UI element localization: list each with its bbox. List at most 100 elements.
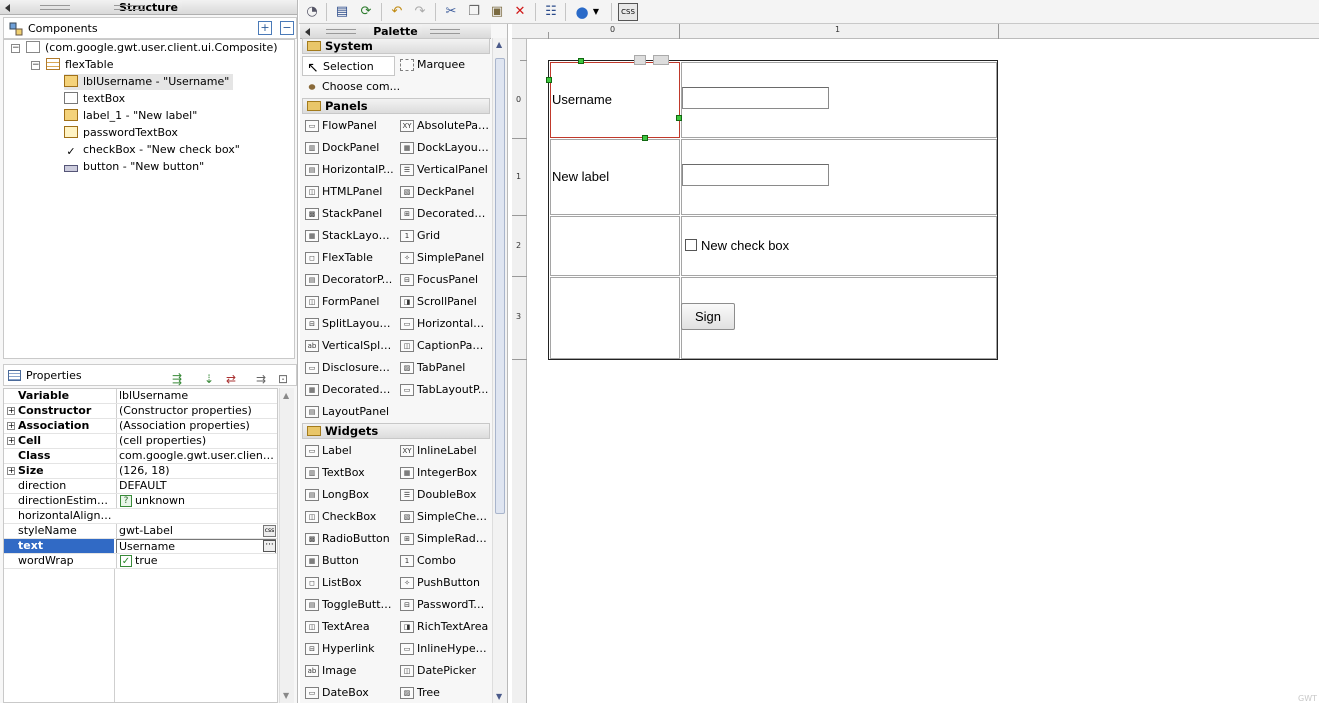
palette-item[interactable]: ▤ ToggleButton (302, 595, 394, 615)
test-gui-icon[interactable]: ◔ (303, 3, 321, 21)
globe-icon[interactable]: ● (573, 3, 591, 21)
palette-scrollbar[interactable]: ▲ ▼ (492, 38, 507, 703)
palette-item[interactable]: ▤ LongBox (302, 485, 394, 505)
css-icon[interactable]: CSS (618, 3, 638, 21)
palette-item[interactable]: ◻ FlexTable (302, 248, 394, 268)
palette-item[interactable]: ▭ HorizontalS... (397, 314, 489, 334)
cut-icon[interactable]: ✂ (442, 3, 460, 21)
grip-icon[interactable] (326, 29, 356, 34)
collapse-toggle-icon[interactable]: − (31, 61, 40, 70)
property-row[interactable]: wordWrap ✓ true (4, 554, 277, 569)
category-panels[interactable]: Panels (302, 98, 490, 114)
palette-item[interactable]: ▨ TabPanel (397, 358, 489, 378)
property-value[interactable]: lblUsername (116, 389, 276, 403)
chevron-down-icon[interactable]: ▼ (591, 3, 601, 21)
scroll-down-icon[interactable]: ▼ (496, 692, 502, 701)
username-label[interactable]: Username (552, 92, 612, 107)
row-header[interactable]: 0 (516, 95, 521, 104)
property-row[interactable]: styleName gwt-Label css (4, 524, 277, 539)
property-row[interactable]: Class com.google.gwt.user.client.ui.... (4, 449, 277, 464)
collapse-palette-icon[interactable] (305, 28, 310, 36)
palette-item-selection[interactable]: ↖ Selection (302, 56, 395, 76)
restore-default-icon[interactable]: ⊡ (278, 368, 288, 390)
grip-icon[interactable] (430, 29, 460, 34)
tree-node-lblusername[interactable]: lblUsername - "Username" (64, 74, 234, 90)
palette-item[interactable]: ◫ FormPanel (302, 292, 394, 312)
row-header[interactable]: 2 (516, 241, 521, 250)
expand-icon[interactable]: + (7, 467, 15, 475)
refresh-icon[interactable]: ⟳ (357, 3, 375, 21)
collapse-all-icon[interactable]: − (280, 21, 294, 35)
tree-node-composite[interactable]: (com.google.gwt.user.client.ui.Composite… (26, 40, 278, 56)
design-canvas[interactable]: 0 1 0 1 2 3 Username New label New check… (512, 24, 1319, 703)
property-row-selected[interactable]: text Username ··· (4, 539, 277, 554)
column-insert-handle[interactable] (653, 55, 669, 65)
expand-icon[interactable]: + (7, 437, 15, 445)
palette-item[interactable]: ▧ DeckPanel (397, 182, 489, 202)
palette-item[interactable]: ⊟ Hyperlink (302, 639, 394, 659)
palette-item[interactable]: ▤ HorizontalP... (302, 160, 394, 180)
palette-item[interactable]: ▩ RadioButton (302, 529, 394, 549)
properties-scrollbar[interactable]: ▲ ▼ (279, 388, 294, 703)
tree-node-flextable[interactable]: flexTable (46, 57, 113, 73)
palette-item[interactable]: ⊟ PasswordTe... (397, 595, 489, 615)
palette-item[interactable]: ◫ TextArea (302, 617, 394, 637)
palette-item-marquee[interactable]: Marquee (397, 55, 489, 75)
delete-icon[interactable]: ✕ (511, 3, 529, 21)
palette-item[interactable]: XY AbsolutePanel (397, 116, 489, 136)
scroll-thumb[interactable] (495, 58, 505, 514)
text-property-input[interactable]: Username (116, 539, 276, 553)
palette-item[interactable]: ▤ DecoratorP... (302, 270, 394, 290)
palette-item[interactable]: ◨ ScrollPanel (397, 292, 489, 312)
palette-item[interactable]: ◫ HTMLPanel (302, 182, 394, 202)
copy-icon[interactable]: ❐ (465, 3, 483, 21)
ellipsis-button-icon[interactable]: ··· (263, 540, 276, 552)
redo-icon[interactable]: ↷ (411, 3, 429, 21)
property-value[interactable]: ✓ true (116, 554, 276, 568)
password-textbox[interactable] (682, 164, 829, 186)
palette-item[interactable]: ☰ DoubleBox (397, 485, 489, 505)
palette-item[interactable]: ⊞ DecoratedS... (397, 204, 489, 224)
collapse-left-icon[interactable] (5, 4, 10, 12)
category-system[interactable]: System (302, 38, 490, 54)
property-row[interactable]: + Size (126, 18) (4, 464, 277, 479)
convert-local-icon[interactable]: ⇄ (226, 368, 236, 390)
palette-item[interactable]: ✧ SimplePanel (397, 248, 489, 268)
paste-icon[interactable]: ▣ (488, 3, 506, 21)
palette-item[interactable]: ◫ CaptionPanel (397, 336, 489, 356)
checkbox-label[interactable]: New check box (701, 238, 789, 253)
palette-item[interactable]: ☰ VerticalPanel (397, 160, 489, 180)
palette-item[interactable]: ◫ DatePicker (397, 661, 489, 681)
tree-node-button[interactable]: button - "New button" (64, 159, 204, 175)
palette-item[interactable]: ◫ CheckBox (302, 507, 394, 527)
palette-item[interactable]: ▤ LayoutPanel (302, 402, 394, 422)
tree-node-checkbox[interactable]: ✓ checkBox - "New check box" (64, 142, 239, 158)
column-header[interactable]: 1 (835, 25, 840, 34)
palette-item[interactable]: ⊟ SplitLayout... (302, 314, 394, 334)
undo-icon[interactable]: ↶ (388, 3, 406, 21)
palette-item[interactable]: ◻ ListBox (302, 573, 394, 593)
property-row[interactable]: + Cell (cell properties) (4, 434, 277, 449)
property-row[interactable]: + Association (Association properties) (4, 419, 277, 434)
property-value[interactable]: com.google.gwt.user.client.ui.... (116, 449, 276, 463)
cell-3-0[interactable] (550, 277, 680, 359)
property-row[interactable]: horizontalAlignment (4, 509, 277, 524)
flextable-widget[interactable]: Username New label New check box Sign (546, 55, 998, 360)
cell-2-0[interactable] (550, 216, 680, 276)
column-header[interactable]: 0 (610, 25, 615, 34)
palette-item[interactable]: 1 Combo (397, 551, 489, 571)
layout-icon[interactable]: ☷ (542, 3, 560, 21)
collapse-toggle-icon[interactable]: − (11, 44, 20, 53)
css-editor-icon[interactable]: css (263, 525, 276, 537)
palette-item[interactable]: ▩ StackPanel (302, 204, 394, 224)
palette-item[interactable]: ▭ TabLayoutP... (397, 380, 489, 400)
palette-item[interactable]: ▭ DisclosureP... (302, 358, 394, 378)
checkbox-widget[interactable] (685, 239, 697, 251)
property-value[interactable]: (126, 18) (116, 464, 276, 478)
palette-item[interactable]: ▦ StackLayou... (302, 226, 394, 246)
palette-item-choose-component[interactable]: Choose com... (302, 77, 482, 97)
palette-item[interactable]: ab Image (302, 661, 394, 681)
category-widgets[interactable]: Widgets (302, 423, 490, 439)
grip-icon[interactable] (114, 5, 144, 10)
username-textbox[interactable] (682, 87, 829, 109)
